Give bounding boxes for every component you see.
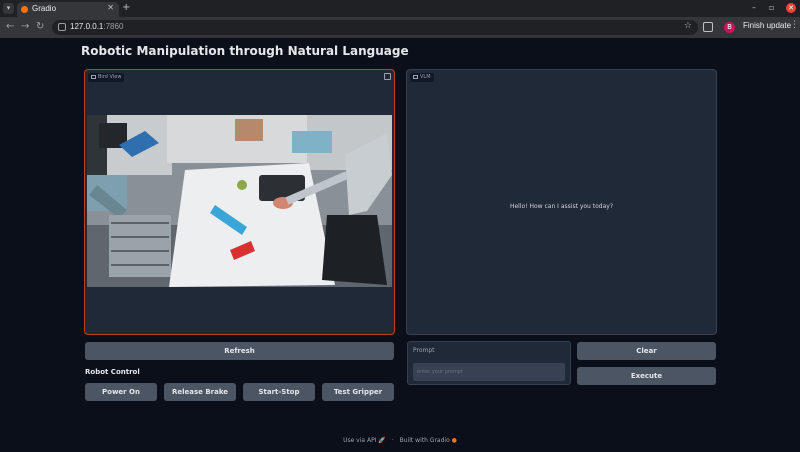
execute-button[interactable]: Execute xyxy=(577,367,716,385)
use-via-api-link[interactable]: Use via API xyxy=(343,437,376,444)
camera-scene xyxy=(87,115,392,287)
fullscreen-icon[interactable] xyxy=(384,73,391,80)
menu-kebab-icon[interactable]: ⋮ xyxy=(790,20,799,30)
profile-avatar[interactable]: B xyxy=(724,22,735,33)
page-title: Robotic Manipulation through Natural Lan… xyxy=(81,44,409,58)
forward-icon[interactable]: → xyxy=(21,21,29,32)
browser-toolbar: ← → ↻ 127.0.0.1:7860 ☆ B Finish update ⋮ xyxy=(0,17,800,38)
built-with-gradio-link[interactable]: Built with Gradio xyxy=(400,437,450,444)
power-on-button[interactable]: Power On xyxy=(85,383,157,401)
refresh-button[interactable]: Refresh xyxy=(85,342,394,360)
url-host: 127.0.0.1 xyxy=(70,22,104,31)
bird-view-label: Bird View xyxy=(88,73,125,82)
url-port: :7860 xyxy=(103,22,124,31)
back-icon[interactable]: ← xyxy=(6,21,14,32)
robot-control-heading: Robot Control xyxy=(85,368,140,376)
release-brake-button[interactable]: Release Brake xyxy=(164,383,236,401)
bird-view-label-text: Bird View xyxy=(98,74,122,80)
minimize-icon[interactable]: – xyxy=(752,3,756,12)
prompt-input[interactable] xyxy=(413,363,565,381)
tab-search-icon[interactable]: ▾ xyxy=(3,3,14,14)
prompt-block: Prompt xyxy=(407,341,571,385)
chat-icon xyxy=(413,74,418,79)
start-stop-button[interactable]: Start-Stop xyxy=(243,383,315,401)
gradio-logo-icon: ● xyxy=(451,437,457,444)
url-text: 127.0.0.1:7860 xyxy=(70,22,123,31)
footer-separator: · xyxy=(391,437,394,444)
address-bar[interactable]: 127.0.0.1:7860 ☆ xyxy=(52,20,698,35)
footer: Use via API 🚀 · Built with Gradio ● xyxy=(0,437,800,444)
reload-icon[interactable]: ↻ xyxy=(36,21,44,32)
finish-update-button[interactable]: Finish update xyxy=(743,21,791,30)
browser-tab[interactable]: Gradio ✕ xyxy=(17,2,119,17)
prompt-label: Prompt xyxy=(413,347,435,354)
site-info-icon[interactable] xyxy=(58,23,66,31)
maximize-icon[interactable]: ▫ xyxy=(769,3,774,12)
window-close-icon[interactable]: ✕ xyxy=(786,3,796,13)
extensions-icon[interactable] xyxy=(703,22,713,32)
vlm-chat-panel: VLM Hello! How can I assist you today? xyxy=(406,69,717,335)
vlm-label-text: VLM xyxy=(420,74,431,80)
api-rocket-icon: 🚀 xyxy=(378,437,386,444)
image-icon xyxy=(91,74,96,79)
test-gripper-button[interactable]: Test Gripper xyxy=(322,383,394,401)
bird-view-panel: Bird View xyxy=(84,69,395,335)
chat-message: Hello! How can I assist you today? xyxy=(509,203,614,210)
new-tab-icon[interactable]: + xyxy=(122,2,130,13)
bookmark-star-icon[interactable]: ☆ xyxy=(684,21,692,31)
vlm-label: VLM xyxy=(410,73,434,82)
clear-button[interactable]: Clear xyxy=(577,342,716,360)
browser-tab-strip: ▾ Gradio ✕ + – ▫ ✕ xyxy=(0,0,800,17)
tab-title: Gradio xyxy=(32,4,57,13)
gradio-favicon-icon xyxy=(21,6,28,13)
bird-view-camera-image xyxy=(87,115,392,287)
tab-close-icon[interactable]: ✕ xyxy=(107,3,114,12)
